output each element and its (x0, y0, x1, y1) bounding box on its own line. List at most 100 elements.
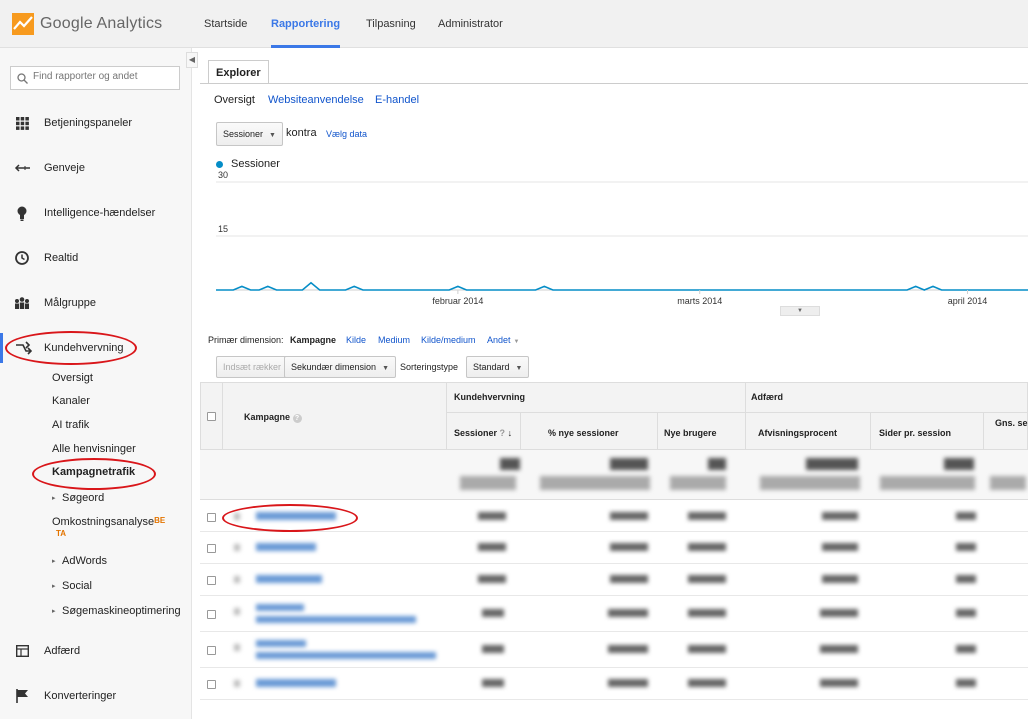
subitem-soegeord[interactable]: Søgeord (52, 492, 104, 504)
dimension-kilde[interactable]: Kilde (346, 335, 366, 345)
beta-badge-2: TA (56, 529, 67, 538)
shortcut-arrow-icon (14, 164, 30, 172)
sort-type-label: Sorteringstype (400, 362, 459, 372)
red-annotation-oval (32, 458, 156, 490)
col-sessioner-label: Sessioner (454, 428, 498, 438)
col-kampagne[interactable]: Kampagne ? (244, 412, 302, 423)
flag-icon (16, 689, 28, 703)
x-tick-label: marts 2014 (677, 296, 722, 306)
row-checkbox[interactable] (207, 680, 216, 689)
nav-startside[interactable]: Startside (204, 0, 247, 48)
col-bounce-rate[interactable]: Afvisningsprocent (758, 428, 837, 438)
main-content: Explorer Oversigt Websiteanvendelse E-ha… (200, 48, 1028, 719)
series-line-sessioner (216, 281, 1028, 291)
y-tick-label: 15 (218, 224, 228, 234)
row-checkbox[interactable] (207, 513, 216, 522)
col-kampagne-label: Kampagne (244, 412, 291, 422)
logo-text: Google Analytics (40, 15, 163, 32)
select-all-checkbox[interactable] (207, 412, 216, 421)
sidebar-item-behavior[interactable]: Adfærd (0, 636, 192, 666)
help-icon[interactable]: ? (500, 428, 506, 438)
sidebar: Betjeningspaneler Genveje Intelligence-h… (0, 48, 192, 719)
help-icon[interactable]: ? (292, 414, 302, 423)
behavior-icon (15, 645, 29, 657)
col-avg-session[interactable]: Gns. se (995, 418, 1028, 428)
sidebar-item-realtime[interactable]: Realtid (0, 243, 192, 273)
report-search[interactable] (10, 66, 180, 90)
dimension-label: Primær dimension: (208, 335, 284, 345)
chevron-down-icon: ▼ (515, 365, 523, 372)
group-adfaerd: Adfærd (751, 392, 783, 402)
row-checkbox[interactable] (207, 576, 216, 585)
col-pages-per-session[interactable]: Sider pr. session (879, 428, 951, 438)
clock-icon (15, 251, 29, 265)
logo[interactable]: Google Analytics (12, 12, 162, 36)
omkostningsanalyse-label: Omkostningsanalyse (52, 516, 155, 528)
red-annotation-oval (5, 331, 137, 365)
red-annotation-oval (222, 504, 358, 532)
secondary-dimension-label: Sekundær dimension (291, 362, 377, 372)
search-input[interactable] (33, 71, 173, 82)
y-tick-label: 30 (218, 170, 228, 180)
bulb-icon (17, 206, 27, 221)
grid-icon (15, 116, 29, 130)
table-row[interactable] (200, 632, 1028, 668)
sidebar-item-label: Adfærd (44, 645, 81, 657)
subitem-ai-trafik[interactable]: AI trafik (52, 419, 89, 431)
col-pct-new-sessions[interactable]: % nye sessioner (548, 428, 619, 438)
dimension-andet[interactable]: Andet ▼ (487, 335, 519, 345)
beta-badge: BE (154, 516, 166, 525)
people-icon (15, 297, 29, 309)
dimension-kilde-medium[interactable]: Kilde/medium (421, 335, 476, 345)
row-checkbox[interactable] (207, 610, 216, 619)
sort-type-value: Standard (473, 362, 510, 372)
nav-administrator[interactable]: Administrator (438, 0, 503, 48)
subitem-seo[interactable]: Søgemaskineoptimering (52, 605, 181, 617)
x-tick-label: februar 2014 (432, 296, 483, 306)
secondary-dimension-select[interactable]: Sekundær dimension ▼ (284, 356, 396, 378)
collapse-sidebar-button[interactable]: ◀ (186, 52, 198, 68)
table-header (200, 382, 1028, 450)
row-checkbox[interactable] (207, 646, 216, 655)
chart-resize-handle[interactable]: ▼ (780, 306, 820, 316)
nav-rapportering[interactable]: Rapportering (271, 0, 341, 48)
sidebar-item-label: Målgruppe (44, 297, 96, 309)
subitem-oversigt[interactable]: Oversigt (52, 372, 93, 384)
chevron-down-icon: ▼ (513, 339, 520, 345)
x-tick-label: april 2014 (948, 296, 988, 306)
sort-desc-icon[interactable]: ↓ (508, 428, 513, 438)
sidebar-item-dashboards[interactable]: Betjeningspaneler (0, 108, 192, 138)
dimension-medium[interactable]: Medium (378, 335, 410, 345)
subitem-omkostningsanalyse[interactable]: OmkostningsanalyseBE (52, 516, 165, 528)
subitem-adwords[interactable]: AdWords (52, 555, 107, 567)
dimension-active: Kampagne (290, 335, 337, 345)
totals-row (200, 450, 1028, 500)
sidebar-item-label: Konverteringer (44, 690, 117, 702)
subitem-alle-henvisninger[interactable]: Alle henvisninger (52, 443, 136, 455)
top-bar: Google Analytics Startside Rapportering … (0, 0, 1028, 48)
sidebar-item-intelligence[interactable]: Intelligence-hændelser (0, 198, 192, 228)
sidebar-item-shortcuts[interactable]: Genveje (0, 153, 192, 183)
subitem-social[interactable]: Social (52, 580, 92, 592)
sort-type-select[interactable]: Standard ▼ (466, 356, 530, 378)
row-checkbox[interactable] (207, 544, 216, 553)
search-icon (17, 73, 28, 84)
analytics-logo-icon (12, 13, 34, 35)
group-kundehvervning: Kundehvervning (454, 392, 526, 402)
nav-tilpasning[interactable]: Tilpasning (366, 0, 416, 48)
col-sessioner[interactable]: Sessioner ? ↓ (454, 428, 512, 438)
table-row[interactable] (200, 596, 1028, 632)
sidebar-item-label: Intelligence-hændelser (44, 207, 156, 219)
subitem-kanaler[interactable]: Kanaler (52, 395, 90, 407)
table-row[interactable] (200, 668, 1028, 700)
table-row[interactable] (200, 532, 1028, 564)
sessions-chart: 15 30 februar 2014 marts 2014 april 2014 (216, 170, 1028, 306)
sidebar-item-conversions[interactable]: Konverteringer (0, 681, 192, 711)
table-row[interactable] (200, 564, 1028, 596)
sidebar-item-audience[interactable]: Målgruppe (0, 288, 192, 318)
sidebar-item-label: Betjeningspaneler (44, 117, 133, 129)
chevron-down-icon: ▼ (382, 365, 389, 372)
col-new-users[interactable]: Nye brugere (664, 428, 717, 438)
plot-rows-button[interactable]: Indsæt rækker (216, 356, 289, 378)
sidebar-item-label: Realtid (44, 252, 79, 264)
